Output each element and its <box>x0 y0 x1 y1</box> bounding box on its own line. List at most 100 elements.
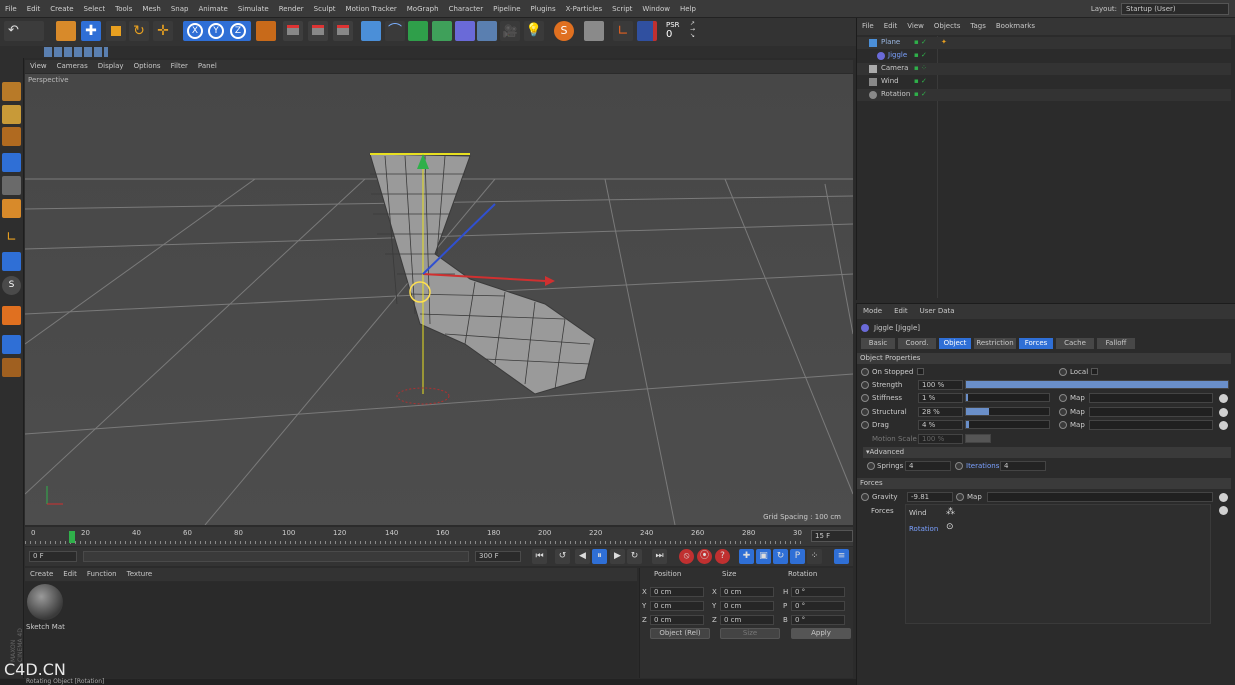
visibility-check-icon[interactable]: ▪ ✓ <box>914 38 938 48</box>
tab-forces[interactable]: Forces <box>1019 338 1053 349</box>
axis-mode-icon[interactable]: ∟ <box>2 228 21 247</box>
go-to-end-icon[interactable]: ⏭ <box>652 549 667 564</box>
position-y-field[interactable]: 0 cm <box>650 601 704 611</box>
coordinate-mode-select[interactable]: Object (Rel) <box>650 628 710 639</box>
start-frame-field[interactable]: 0 F <box>29 551 77 562</box>
key-parameter-icon[interactable]: P <box>790 549 805 564</box>
timeline-range-slider[interactable] <box>83 551 469 562</box>
key-position-icon[interactable]: ✚ <box>739 549 754 564</box>
size-x-field[interactable]: 0 cm <box>720 587 774 597</box>
structural-map-field[interactable] <box>1089 407 1213 417</box>
scale-icon[interactable] <box>106 21 126 41</box>
lock-workplane-icon[interactable] <box>2 358 21 377</box>
stiffness-map-link-icon[interactable] <box>1219 394 1228 403</box>
object-mode-icon[interactable] <box>2 176 21 195</box>
deformer-icon[interactable] <box>455 21 475 41</box>
menu-render[interactable]: Render <box>274 0 309 18</box>
visibility-check-icon[interactable]: ▪ ✓ <box>914 90 938 100</box>
mograph-icon[interactable] <box>432 21 452 41</box>
go-to-start-icon[interactable]: ⏮ <box>532 549 547 564</box>
om-menu-view[interactable]: View <box>902 18 929 35</box>
tab-falloff[interactable]: Falloff <box>1097 338 1135 349</box>
structural-field[interactable]: 28 % <box>918 407 963 417</box>
timeline[interactable]: 0 20 40 60 80 100 120 140 160 180 200 22… <box>25 527 853 546</box>
gravity-map-field[interactable] <box>987 492 1213 502</box>
render-settings-icon[interactable] <box>333 21 353 41</box>
material-preview-sphere[interactable] <box>27 584 63 620</box>
menu-tools[interactable]: Tools <box>110 0 137 18</box>
object-row-wind[interactable]: Wind ▪ ✓ <box>857 76 1231 88</box>
gravity-map-link-icon[interactable] <box>1219 493 1228 502</box>
model-mode-icon[interactable] <box>2 153 21 172</box>
drag-field[interactable]: 4 % <box>918 420 963 430</box>
keyframe-selection-icon[interactable]: ? <box>715 549 730 564</box>
tab-basic[interactable]: Basic <box>861 338 895 349</box>
light-icon[interactable]: 💡 <box>524 21 544 41</box>
texture-mode-icon[interactable] <box>2 105 21 124</box>
tab-coord[interactable]: Coord. <box>898 338 936 349</box>
viewport-menu-cameras[interactable]: Cameras <box>52 60 93 73</box>
local-radio[interactable] <box>1059 368 1067 376</box>
menu-snap[interactable]: Snap <box>166 0 194 18</box>
visibility-check-icon[interactable]: ▪ ✓ <box>914 77 938 87</box>
menu-plugins[interactable]: Plugins <box>526 0 561 18</box>
live-select-icon[interactable] <box>56 21 76 41</box>
menu-x-particles[interactable]: X-Particles <box>561 0 607 18</box>
size-y-field[interactable]: 0 cm <box>720 601 774 611</box>
iterations-field[interactable]: 4 <box>1000 461 1046 471</box>
forces-list-link-icon[interactable] <box>1219 506 1228 515</box>
tab-restriction[interactable]: Restriction <box>974 338 1016 349</box>
advanced-group-toggle[interactable]: ▾Advanced <box>863 447 1231 458</box>
material-menu-texture[interactable]: Texture <box>122 568 158 581</box>
menu-sculpt[interactable]: Sculpt <box>309 0 341 18</box>
on-stopped-radio[interactable] <box>861 368 869 376</box>
xyz-lock-icon[interactable]: ↗ → ↘ <box>690 21 704 41</box>
stiffness-map-field[interactable] <box>1089 393 1213 403</box>
camera-icon[interactable]: 🎥 <box>500 21 520 41</box>
key-scale-icon[interactable]: ▣ <box>756 549 771 564</box>
size-mode-select[interactable]: Size <box>720 628 780 639</box>
grid-tools-icon[interactable] <box>44 47 108 57</box>
menu-pipeline[interactable]: Pipeline <box>488 0 525 18</box>
next-frame-icon[interactable]: ▶ <box>610 549 625 564</box>
material-menu-function[interactable]: Function <box>82 568 122 581</box>
drag-map-radio[interactable] <box>1059 421 1067 429</box>
gravity-field[interactable]: -9.81 <box>907 492 953 502</box>
om-menu-file[interactable]: File <box>857 18 879 35</box>
structural-radio[interactable] <box>861 408 869 416</box>
springs-radio[interactable] <box>867 462 875 470</box>
move-icon[interactable]: ✚ <box>81 21 101 41</box>
position-z-field[interactable]: 0 cm <box>650 615 704 625</box>
structural-map-link-icon[interactable] <box>1219 408 1228 417</box>
structural-slider[interactable] <box>965 407 1050 416</box>
stiffness-slider[interactable] <box>965 393 1050 402</box>
viewport-menu-display[interactable]: Display <box>93 60 129 73</box>
strength-slider[interactable] <box>965 380 1229 389</box>
viewport-menu-options[interactable]: Options <box>129 60 166 73</box>
menu-motion-tracker[interactable]: Motion Tracker <box>341 0 402 18</box>
generator-icon[interactable] <box>408 21 428 41</box>
tab-cache[interactable]: Cache <box>1056 338 1094 349</box>
menu-animate[interactable]: Animate <box>193 0 232 18</box>
z-axis-icon[interactable]: Z <box>230 23 246 39</box>
previous-key-icon[interactable]: ↺ <box>555 549 570 564</box>
object-row-camera[interactable]: Camera ▪ ⁘ <box>857 63 1231 75</box>
y-axis-icon[interactable]: Y <box>208 23 224 39</box>
transform-icon[interactable]: ✛ <box>153 21 173 41</box>
menu-edit[interactable]: Edit <box>22 0 46 18</box>
layout-select[interactable]: Startup (User) <box>1121 3 1229 15</box>
stiffness-field[interactable]: 1 % <box>918 393 963 403</box>
on-stopped-checkbox[interactable] <box>917 368 924 375</box>
rotate-icon[interactable]: ↻ <box>129 21 149 41</box>
psr-icon[interactable]: PSR 0 <box>666 21 684 41</box>
key-rotation-icon[interactable]: ↻ <box>773 549 788 564</box>
plane-icon[interactable] <box>361 21 381 41</box>
apply-button[interactable]: Apply <box>791 628 851 639</box>
timeline-layout-icon[interactable]: ≡ <box>834 549 849 564</box>
force-item-rotation[interactable]: Rotation <box>909 525 938 533</box>
material-menu-create[interactable]: Create <box>25 568 58 581</box>
viewport-menu-panel[interactable]: Panel <box>193 60 222 73</box>
object-row-plane[interactable]: Plane ▪ ✓ ✦ <box>857 37 1231 49</box>
current-frame-field[interactable]: 15 F <box>811 530 853 542</box>
pause-icon[interactable]: ⏸ <box>592 549 607 564</box>
